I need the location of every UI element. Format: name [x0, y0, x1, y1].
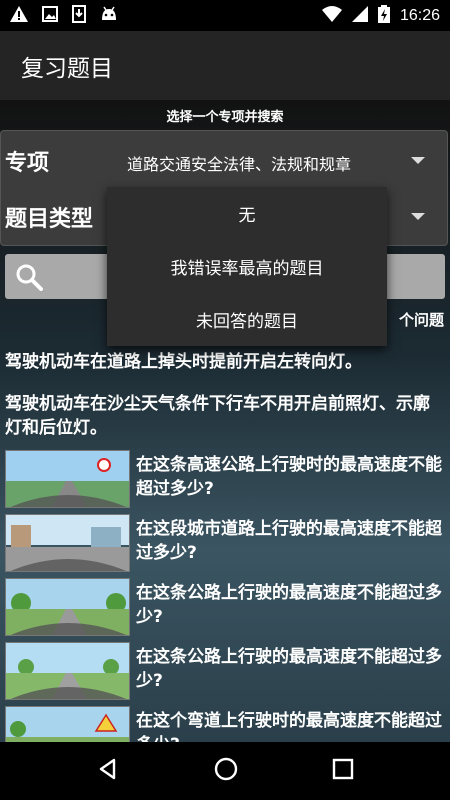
- status-bar: 16:26: [0, 0, 450, 31]
- chevron-down-icon: [411, 213, 425, 220]
- question-count: 个问题: [398, 311, 444, 329]
- battery-charging-icon: [377, 4, 390, 27]
- list-item[interactable]: 在这条公路上行驶的最高速度不能超过多少?: [0, 578, 450, 640]
- content-area: 选择一个专项并搜索 专项 道路交通安全法律、法规和规章 题目类型 个问题 驾驶机…: [0, 100, 450, 742]
- question-thumbnail: [5, 514, 130, 572]
- dropdown-option-unanswered[interactable]: 未回答的题目: [107, 293, 387, 346]
- question-text: 在这条公路上行驶的最高速度不能超过多少?: [136, 647, 442, 691]
- android-icon: [100, 6, 118, 26]
- back-icon[interactable]: [96, 757, 120, 785]
- list-item[interactable]: 驾驶机动车在沙尘天气条件下行车不用开启前照灯、示廓灯和后位灯。: [0, 382, 450, 448]
- list-item[interactable]: 在这段城市道路上行驶的最高速度不能超过多少?: [0, 514, 450, 576]
- filter-hint: 选择一个专项并搜索: [166, 110, 284, 125]
- question-thumbnail: [5, 642, 130, 700]
- question-text: 在这条公路上行驶的最高速度不能超过多少?: [136, 583, 442, 627]
- question-type-label: 题目类型: [5, 207, 94, 232]
- image-icon: [42, 5, 58, 26]
- chevron-down-icon: [411, 157, 425, 164]
- question-thumbnail: [5, 450, 130, 508]
- question-text: 在这条高速公路上行驶时的最高速度不能超过多少?: [136, 455, 442, 499]
- question-type-dropdown: 无 我错误率最高的题目 未回答的题目: [107, 187, 387, 346]
- warning-icon: [10, 5, 28, 26]
- home-icon[interactable]: [213, 756, 239, 786]
- question-list: 驾驶机动车在道路上掉头时提前开启左转向灯。 驾驶机动车在沙尘天气条件下行车不用开…: [0, 330, 450, 742]
- search-icon: [15, 263, 43, 295]
- category-spinner[interactable]: 专项 道路交通安全法律、法规和规章: [1, 131, 449, 187]
- question-text: 驾驶机动车在道路上掉头时提前开启左转向灯。: [5, 352, 362, 372]
- download-icon: [72, 4, 86, 27]
- recents-icon[interactable]: [332, 758, 354, 784]
- list-item[interactable]: 在这条公路上行驶的最高速度不能超过多少?: [0, 642, 450, 704]
- question-thumbnail: [5, 706, 130, 742]
- navigation-bar: [0, 742, 450, 800]
- signal-icon: [351, 5, 368, 26]
- category-label: 专项: [5, 151, 50, 176]
- list-item[interactable]: 在这个弯道上行驶时的最高速度不能超过多少?: [0, 706, 450, 742]
- question-text: 在这段城市道路上行驶的最高速度不能超过多少?: [136, 519, 442, 563]
- wifi-icon: [321, 5, 342, 26]
- category-value: 道路交通安全法律、法规和规章: [127, 155, 352, 174]
- app-bar: 复习题目: [0, 31, 450, 100]
- dropdown-option-none[interactable]: 无: [107, 187, 387, 240]
- clock: 16:26: [399, 6, 440, 24]
- dropdown-option-highest-error[interactable]: 我错误率最高的题目: [107, 240, 387, 293]
- list-item[interactable]: 在这条高速公路上行驶时的最高速度不能超过多少?: [0, 450, 450, 512]
- question-text: 驾驶机动车在沙尘天气条件下行车不用开启前照灯、示廓灯和后位灯。: [5, 394, 430, 438]
- page-title: 复习题目: [21, 55, 113, 82]
- question-text: 在这个弯道上行驶时的最高速度不能超过多少?: [136, 711, 442, 742]
- question-thumbnail: [5, 578, 130, 636]
